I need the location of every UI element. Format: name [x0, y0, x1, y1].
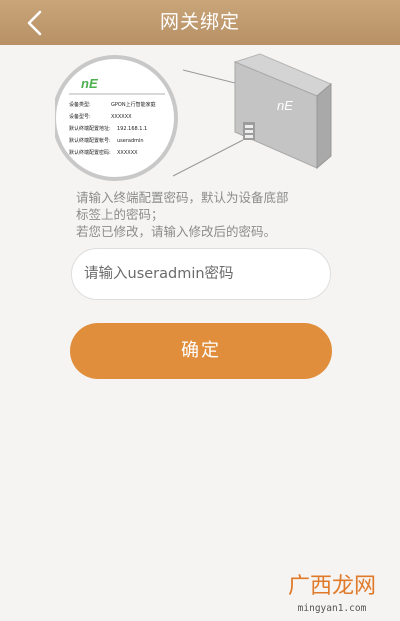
label-row-key: 默认终端配置帐号: — [69, 137, 111, 144]
password-input[interactable] — [71, 248, 331, 300]
watermark-text: 广西龙网 — [287, 574, 376, 599]
confirm-button[interactable]: 确定 — [70, 323, 332, 379]
watermark: 广西龙网 mingyan1.com — [268, 572, 396, 620]
header-bar: 网关绑定 — [0, 0, 400, 45]
label-row-key: 默认终端配置地址: — [69, 125, 111, 132]
label-row-value: 192.168.1.1 — [117, 126, 147, 132]
label-row-key: 设备类型: — [69, 101, 91, 108]
label-row-value: XXXXXX — [117, 150, 138, 156]
label-row-value: useradmin — [117, 138, 144, 144]
label-row-value: GPON上行智能家庭 — [111, 101, 156, 108]
gateway-device-image: nE — [233, 53, 332, 170]
label-row-value: XXXXXX — [111, 114, 132, 120]
label-logo: nE — [81, 76, 98, 91]
hint-line: 标签上的密码； — [76, 207, 164, 222]
hint-line: 若您已修改，请输入修改后的密码。 — [76, 224, 277, 239]
password-hint: 请输入终端配置密码，默认为设备底部 标签上的密码； 若您已修改，请输入修改后的密… — [76, 189, 338, 240]
magnified-label: nE 设备类型: GPON上行智能家庭 设备型号: XXXXXX 默认终端配置地… — [55, 55, 178, 181]
label-row-key: 默认终端配置密码: — [69, 149, 111, 156]
watermark-url: mingyan1.com — [297, 603, 367, 614]
hint-line: 请输入终端配置密码，默认为设备底部 — [76, 190, 289, 205]
device-label-illustration: nE nE 设备类型: GPON上行智能家庭 设备型号: XXXXXX 默认终端… — [55, 48, 355, 188]
label-row-key: 设备型号: — [69, 113, 91, 120]
device-logo: nE — [277, 98, 293, 113]
page-title: 网关绑定 — [159, 11, 240, 33]
